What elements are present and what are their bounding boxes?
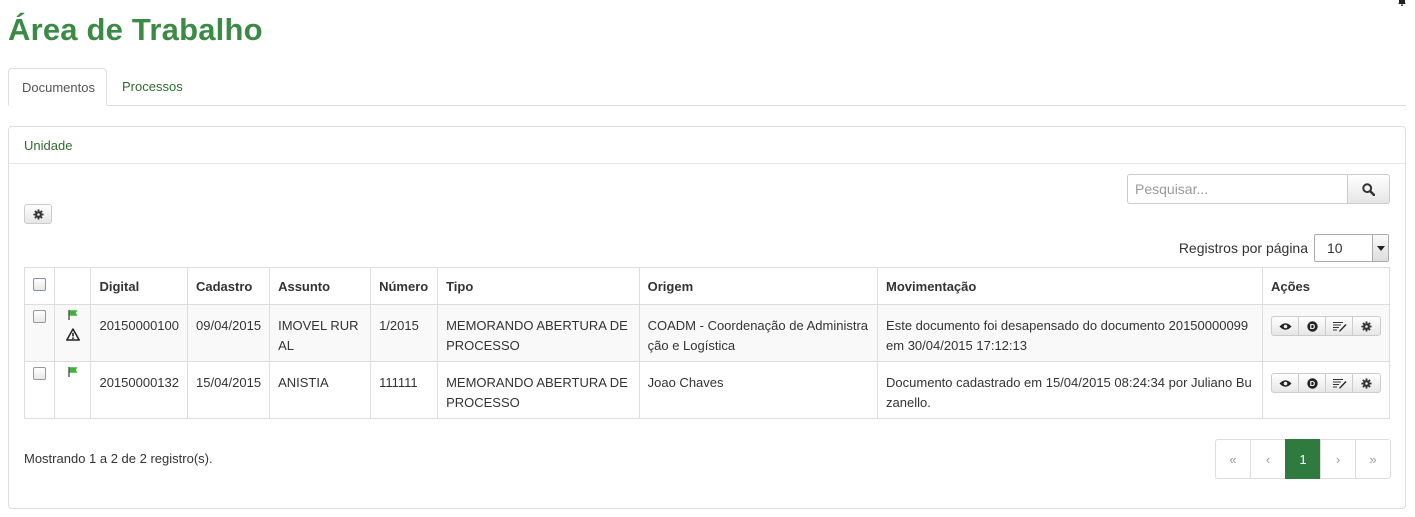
cell-movimentacao: Documento cadastrado em 15/04/2015 08:24… <box>877 361 1263 419</box>
tab-bar: Documentos Processos <box>8 68 1406 106</box>
indicator-cell <box>53 361 92 419</box>
header-tipo[interactable]: Tipo <box>437 267 640 305</box>
green-flag-icon <box>68 367 78 377</box>
warning-icon <box>65 328 80 341</box>
header-cadastro[interactable]: Cadastro <box>186 267 271 305</box>
search-input[interactable] <box>1127 174 1347 204</box>
cell-cadastro: 15/04/2015 <box>186 361 271 419</box>
page-title: Área de Trabalho <box>8 12 263 47</box>
gear-icon <box>32 208 44 220</box>
documents-table: Digital Cadastro Assunto Número Tipo Ori… <box>24 267 1390 419</box>
cell-tipo: MEMORANDO ABERTURA DE PROCESSO <box>437 361 640 419</box>
indicator-header <box>53 267 92 305</box>
edit-document-icon <box>1332 321 1346 332</box>
cell-assunto: IMOVEL RURAL <box>269 304 372 362</box>
cell-numero: 1/2015 <box>370 304 439 362</box>
header-origem[interactable]: Origem <box>638 267 879 305</box>
records-info: Mostrando 1 a 2 de 2 registro(s). <box>24 451 213 466</box>
cell-origem: COADM - Coordenação de Administração e L… <box>638 304 879 362</box>
page-current-button[interactable]: 1 <box>1285 439 1321 479</box>
row-checkbox[interactable] <box>32 310 46 323</box>
pagination: « ‹ 1 › » <box>1215 439 1391 479</box>
cell-digital: 20150000100 <box>90 304 188 362</box>
header-movimentacao[interactable]: Movimentação <box>877 267 1263 305</box>
header-digital[interactable]: Digital <box>90 267 188 305</box>
tab-documentos[interactable]: Documentos <box>8 68 107 106</box>
digital-button[interactable]: D <box>1299 317 1326 335</box>
per-page-label: Registros por página <box>1178 240 1308 256</box>
dropdown-arrow-icon[interactable] <box>1372 235 1388 261</box>
cell-movimentacao: Este documento foi desapensado do docume… <box>877 304 1263 362</box>
bell-icon[interactable] <box>1397 0 1407 6</box>
cell-cadastro: 09/04/2015 <box>186 304 271 362</box>
d-circle-icon: D <box>1306 320 1318 332</box>
edit-button[interactable] <box>1326 374 1353 392</box>
cell-acoes: D <box>1262 361 1390 419</box>
tab-processos[interactable]: Processos <box>109 68 196 106</box>
assunto-text: IMOVEL RURAL <box>278 318 359 353</box>
table-header-row: Digital Cadastro Assunto Número Tipo Ori… <box>24 267 1390 305</box>
page-first-button[interactable]: « <box>1215 439 1251 479</box>
eye-icon <box>1279 379 1291 387</box>
svg-text:D: D <box>1309 322 1315 331</box>
cell-tipo: MEMORANDO ABERTURA DE PROCESSO <box>437 304 640 362</box>
edit-button[interactable] <box>1326 317 1353 335</box>
gear-icon <box>1361 320 1372 332</box>
search-group <box>1127 174 1390 204</box>
row-select-cell <box>24 361 55 419</box>
settings-action-button[interactable] <box>1353 317 1380 335</box>
table-row[interactable]: 20150000132 15/04/2015 ANISTIA 111111 ME… <box>24 361 1390 419</box>
documents-panel: Unidade Registros por página 10 Digital … <box>8 126 1406 509</box>
gear-icon <box>1361 377 1372 389</box>
row-select-cell <box>24 304 55 362</box>
cell-origem: Joao Chaves <box>638 361 879 419</box>
edit-document-icon <box>1332 378 1346 389</box>
header-assunto[interactable]: Assunto <box>269 267 372 305</box>
digital-button[interactable]: D <box>1299 374 1326 392</box>
movimentacao-text: Documento cadastrado em 15/04/2015 08:24… <box>886 375 1252 410</box>
header-acoes: Ações <box>1262 267 1390 305</box>
cell-digital: 20150000132 <box>90 361 188 419</box>
origem-text: COADM - Coordenação de Administração e L… <box>647 318 868 353</box>
page-prev-button[interactable]: ‹ <box>1250 439 1286 479</box>
view-button[interactable] <box>1272 374 1299 392</box>
cell-numero: 111111 <box>370 361 439 419</box>
eye-icon <box>1279 322 1291 330</box>
panel-heading-unidade[interactable]: Unidade <box>9 127 1405 164</box>
settings-button[interactable] <box>24 204 52 224</box>
movimentacao-text: Este documento foi desapensado do docume… <box>886 318 1249 353</box>
row-checkbox[interactable] <box>32 367 46 380</box>
per-page-value: 10 <box>1327 240 1343 256</box>
page-next-button[interactable]: › <box>1320 439 1356 479</box>
green-flag-icon <box>68 310 78 320</box>
search-icon <box>1362 182 1375 196</box>
row-actions: D <box>1271 373 1381 393</box>
cell-acoes: D <box>1262 304 1390 362</box>
per-page-select[interactable]: 10 <box>1314 234 1389 262</box>
page-last-button[interactable]: » <box>1355 439 1391 479</box>
search-button[interactable] <box>1347 174 1390 204</box>
indicator-cell <box>53 304 92 362</box>
view-button[interactable] <box>1272 317 1299 335</box>
row-actions: D <box>1271 316 1381 336</box>
cell-assunto: ANISTIA <box>269 361 372 419</box>
select-all-cell <box>24 267 55 305</box>
per-page-control: Registros por página 10 <box>1179 234 1389 262</box>
svg-text:D: D <box>1309 379 1315 388</box>
select-all-checkbox[interactable] <box>32 278 46 291</box>
table-row[interactable]: 20150000100 09/04/2015 IMOVEL RURAL 1/20… <box>24 304 1390 362</box>
d-circle-icon: D <box>1306 377 1318 389</box>
settings-action-button[interactable] <box>1353 374 1380 392</box>
header-numero[interactable]: Número <box>370 267 439 305</box>
